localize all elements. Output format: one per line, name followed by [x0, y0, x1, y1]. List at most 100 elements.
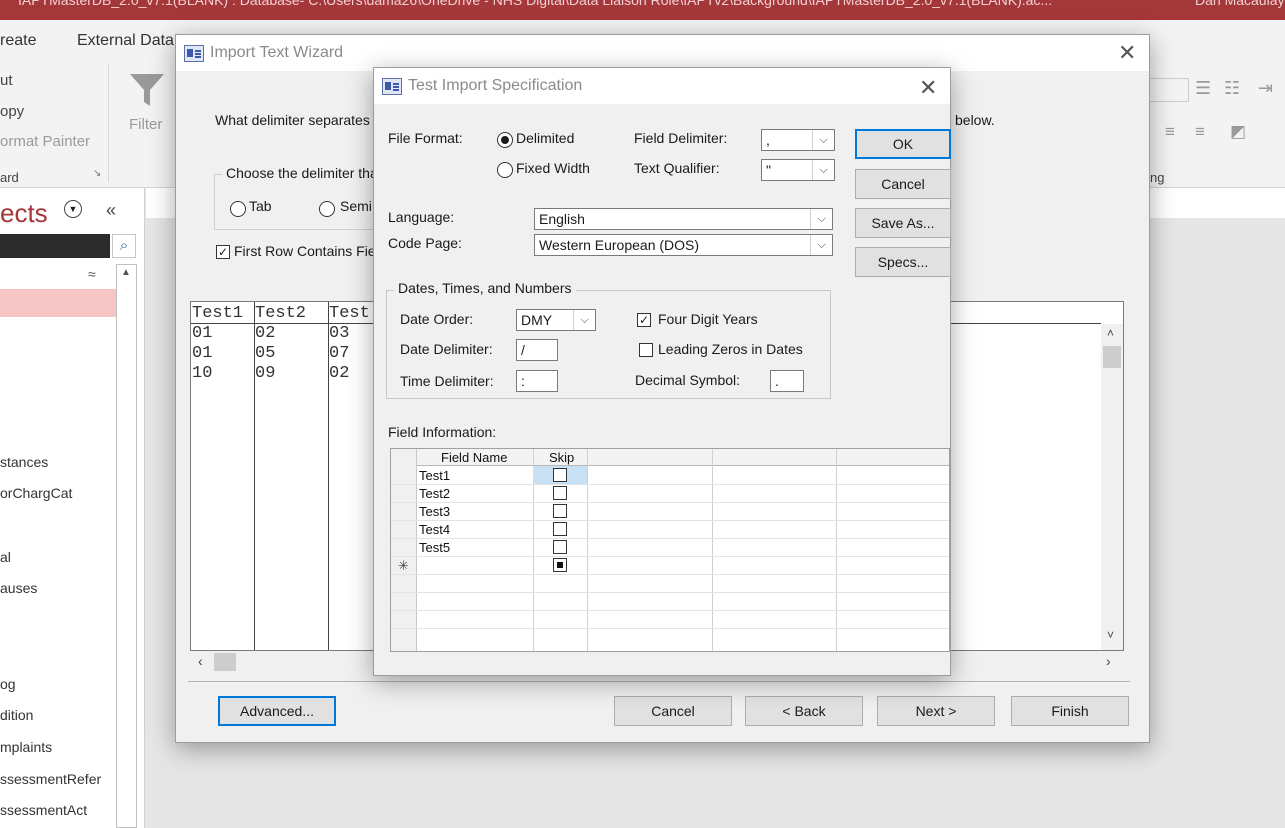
field-information-grid[interactable]: Field Name Skip Test1 Test2 Test3 Test4 … — [390, 448, 950, 652]
nav-item[interactable]: ssessmentAct — [0, 802, 87, 818]
close-icon[interactable]: ✕ — [919, 77, 937, 99]
skip-checkbox[interactable] — [553, 504, 567, 518]
save-as-button[interactable]: Save As... — [855, 208, 951, 238]
first-row-checkbox[interactable]: ✓ — [216, 245, 230, 259]
fixed-width-radio[interactable] — [497, 162, 513, 178]
nav-item[interactable]: auses — [0, 580, 37, 596]
skip-checkbox[interactable] — [553, 486, 567, 500]
field-name-cell[interactable]: Test2 — [419, 486, 450, 501]
finish-button[interactable]: Finish — [1011, 696, 1129, 726]
text-qualifier-value: " — [766, 162, 771, 178]
scroll-thumb[interactable] — [1103, 346, 1121, 368]
nav-item[interactable]: mplaints — [0, 739, 52, 755]
nav-item[interactable]: og — [0, 676, 16, 692]
four-digit-years-checkbox[interactable]: ✓ — [637, 313, 651, 327]
grid-row-line — [391, 484, 949, 485]
scroll-left-icon[interactable]: ‹ — [198, 653, 203, 669]
import-specification-dialog: Test Import Specification ✕ File Format:… — [373, 67, 951, 676]
skip-checkbox-new-row[interactable] — [553, 558, 567, 572]
grid-divider — [712, 449, 713, 651]
preview-header: Test2 — [255, 304, 307, 323]
grid-row-line — [391, 520, 949, 521]
tab-radio[interactable] — [230, 201, 246, 217]
scroll-right-icon[interactable]: › — [1106, 653, 1111, 669]
scroll-up-icon[interactable]: ▲ — [121, 267, 131, 278]
date-order-combo[interactable]: DMY ⌵ — [516, 309, 596, 331]
window-title: IAPTMasterDB_2.0_v7.1(BLANK) : Database-… — [18, 0, 1053, 8]
code-page-value: Western European (DOS) — [539, 237, 700, 253]
spec-cancel-button[interactable]: Cancel — [855, 169, 951, 199]
language-combo[interactable]: English ⌵ — [534, 208, 833, 230]
cut-button[interactable]: ut — [0, 72, 13, 89]
ok-button[interactable]: OK — [855, 129, 951, 159]
language-label: Language: — [388, 209, 455, 225]
nav-item[interactable]: stances — [0, 454, 48, 470]
nav-selected-item[interactable] — [0, 289, 116, 317]
wizard-question-tail: below. — [955, 112, 995, 128]
vertical-scrollbar[interactable]: ˄ ˅ — [1101, 324, 1123, 650]
chevron-down-icon[interactable]: ⌵ — [573, 310, 595, 330]
skip-checkbox[interactable] — [553, 522, 567, 536]
dialog-launcher-icon[interactable]: ↘ — [93, 168, 101, 179]
chevron-down-icon[interactable]: ⌵ — [812, 130, 834, 150]
nav-item[interactable]: orChargCat — [0, 485, 72, 501]
nav-search-input[interactable] — [0, 234, 110, 258]
close-icon[interactable]: ✕ — [1118, 42, 1136, 64]
skip-header[interactable]: Skip — [549, 450, 574, 465]
user-name[interactable]: Dan Macaulay — [1195, 0, 1285, 8]
collapse-group-icon[interactable]: ≈ — [88, 266, 96, 282]
nav-pane-header[interactable]: ects — [0, 198, 48, 229]
delimited-radio[interactable] — [497, 132, 513, 148]
semicolon-radio[interactable] — [319, 201, 335, 217]
file-format-label: File Format: — [388, 130, 463, 146]
search-icon[interactable]: ⌕ — [112, 234, 136, 258]
specs-button[interactable]: Specs... — [855, 247, 951, 277]
tab-create[interactable]: reate — [0, 32, 36, 50]
field-delimiter-combo[interactable]: , ⌵ — [761, 129, 835, 151]
skip-checkbox[interactable] — [553, 468, 567, 482]
first-row-label: First Row Contains Fiel — [234, 243, 379, 259]
next-button[interactable]: Next > — [877, 696, 995, 726]
field-name-header[interactable]: Field Name — [441, 450, 507, 465]
semicolon-label: Semi — [340, 198, 372, 214]
scroll-down-icon[interactable]: ˅ — [1107, 628, 1114, 642]
delimiter-group-label: Choose the delimiter tha — [222, 165, 382, 181]
chevron-down-icon[interactable]: ⌵ — [810, 235, 832, 255]
advanced-button[interactable]: Advanced... — [218, 696, 336, 726]
decimal-symbol-input[interactable]: . — [770, 370, 804, 392]
chevron-down-icon[interactable]: ⌵ — [812, 160, 834, 180]
app-icon — [382, 78, 402, 95]
nav-scrollbar[interactable]: ▲ — [116, 264, 137, 828]
wizard-cancel-button[interactable]: Cancel — [614, 696, 732, 726]
scroll-up-icon[interactable]: ˄ — [1107, 326, 1114, 340]
field-name-cell[interactable]: Test4 — [419, 522, 450, 537]
back-button[interactable]: < Back — [745, 696, 863, 726]
field-name-cell[interactable]: Test5 — [419, 540, 450, 555]
fill-color-icon: ◩ — [1230, 122, 1247, 141]
record-selector-column — [391, 449, 417, 651]
copy-button[interactable]: opy — [0, 103, 24, 120]
field-name-cell[interactable]: Test3 — [419, 504, 450, 519]
chevron-down-icon[interactable]: ⌵ — [810, 209, 832, 229]
scroll-thumb[interactable] — [214, 653, 236, 671]
nav-item[interactable]: dition — [0, 707, 33, 723]
skip-checkbox[interactable] — [553, 540, 567, 554]
text-qualifier-combo[interactable]: " ⌵ — [761, 159, 835, 181]
time-delimiter-input[interactable]: : — [516, 370, 558, 392]
nav-item[interactable]: al — [0, 549, 11, 565]
nav-item[interactable]: ssessmentRefer — [0, 771, 101, 787]
format-painter-button[interactable]: ormat Painter — [0, 133, 90, 150]
field-name-cell[interactable]: Test1 — [419, 468, 450, 483]
date-delimiter-input[interactable]: / — [516, 339, 558, 361]
filter-button[interactable]: Filter — [129, 116, 162, 133]
nav-menu-icon[interactable]: ▼ — [64, 200, 82, 218]
collapse-pane-icon[interactable]: « — [106, 200, 116, 221]
preview-cell: 01 — [192, 324, 213, 343]
filter-icon[interactable] — [128, 72, 166, 110]
code-page-combo[interactable]: Western European (DOS) ⌵ — [534, 234, 833, 256]
date-delimiter-label: Date Delimiter: — [400, 341, 493, 357]
leading-zeros-checkbox[interactable] — [639, 343, 653, 357]
field-delimiter-label: Field Delimiter: — [634, 130, 728, 146]
language-value: English — [539, 211, 585, 227]
tab-external-data[interactable]: External Data — [77, 32, 174, 50]
